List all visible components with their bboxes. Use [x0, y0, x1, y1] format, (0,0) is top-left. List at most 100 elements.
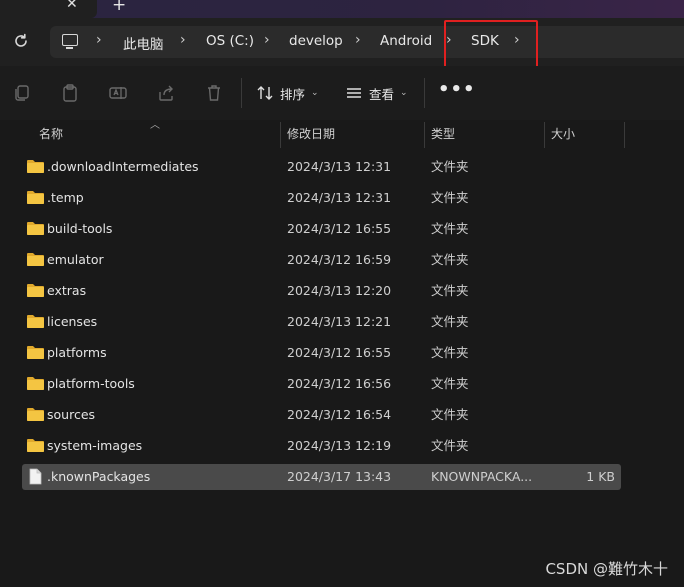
column-header-date[interactable]: 修改日期 [287, 120, 335, 148]
list-item[interactable]: .temp 2024/3/13 12:31 文件夹 [22, 185, 621, 211]
list-item[interactable]: licenses 2024/3/13 12:21 文件夹 [22, 309, 621, 335]
navigation-bar: › 此电脑 › OS (C:) › develop › Android › SD… [0, 18, 684, 66]
sort-icon [257, 86, 273, 100]
file-name: .downloadIntermediates [47, 159, 199, 174]
file-name: sources [47, 407, 96, 422]
file-name: build-tools [47, 221, 113, 236]
list-item[interactable]: extras 2024/3/13 12:20 文件夹 [22, 278, 621, 304]
delete-icon[interactable] [204, 83, 224, 103]
folder-icon [27, 284, 44, 297]
column-header-name[interactable]: 名称 [39, 120, 63, 148]
refresh-icon[interactable] [12, 32, 30, 50]
file-type: 文件夹 [431, 252, 469, 267]
file-name: licenses [47, 314, 98, 329]
rename-icon[interactable] [108, 83, 128, 103]
column-header-size[interactable]: 大小 [551, 120, 575, 148]
file-type: 文件夹 [431, 376, 469, 391]
folder-icon [27, 439, 44, 452]
column-header-type[interactable]: 类型 [431, 120, 455, 148]
file-date: 2024/3/13 12:21 [287, 314, 392, 329]
list-item[interactable]: .downloadIntermediates 2024/3/13 12:31 文… [22, 154, 621, 180]
file-date: 2024/3/12 16:54 [287, 407, 392, 422]
list-item[interactable]: platform-tools 2024/3/12 16:56 文件夹 [22, 371, 621, 397]
list-item[interactable]: build-tools 2024/3/12 16:55 文件夹 [22, 216, 621, 242]
folder-icon [27, 315, 44, 328]
folder-icon [27, 377, 44, 390]
file-date: 2024/3/12 16:59 [287, 252, 392, 267]
file-date: 2024/3/13 12:20 [287, 283, 392, 298]
view-label: 查看 [369, 86, 395, 102]
command-bar: 排序 ⌄ 查看 ⌄ ••• [0, 66, 684, 121]
file-size: 1 KB [586, 469, 615, 484]
active-tab[interactable]: ✕ [0, 0, 97, 18]
column-divider[interactable] [424, 122, 425, 148]
breadcrumb-chevron-icon[interactable]: › [355, 32, 361, 48]
breadcrumb-android[interactable]: Android [380, 33, 432, 49]
breadcrumb-this-pc[interactable]: 此电脑 [123, 33, 164, 53]
sort-ascending-icon: ︿ [150, 120, 160, 131]
title-bar: ✕ + [0, 0, 684, 18]
file-type: 文件夹 [431, 314, 469, 329]
watermark: CSDN @難竹木十 [545, 560, 668, 578]
file-type: 文件夹 [431, 407, 469, 422]
breadcrumb-chevron-icon[interactable]: › [180, 32, 186, 48]
copy-icon[interactable] [12, 83, 32, 103]
file-date: 2024/3/12 16:55 [287, 221, 392, 236]
breadcrumb-chevron-icon[interactable]: › [264, 32, 270, 48]
file-name: platform-tools [47, 376, 135, 391]
folder-icon [27, 222, 44, 235]
breadcrumb-develop[interactable]: develop [289, 33, 343, 49]
file-list: ︿ 名称 修改日期 类型 大小 .downloadIntermediates 2… [0, 120, 684, 587]
file-date: 2024/3/12 16:56 [287, 376, 392, 391]
folder-icon [27, 253, 44, 266]
paste-icon[interactable] [60, 83, 80, 103]
sort-button[interactable]: 排序 ⌄ [256, 82, 319, 104]
column-divider[interactable] [280, 122, 281, 148]
share-icon[interactable] [156, 83, 176, 103]
list-item[interactable]: platforms 2024/3/12 16:55 文件夹 [22, 340, 621, 366]
file-type: 文件夹 [431, 283, 469, 298]
list-item[interactable]: system-images 2024/3/13 12:19 文件夹 [22, 433, 621, 459]
folder-icon [27, 191, 44, 204]
file-type: 文件夹 [431, 221, 469, 236]
toolbar-divider [241, 78, 242, 108]
folder-icon [27, 160, 44, 173]
folder-icon [27, 408, 44, 421]
file-type: KNOWNPACKA... [431, 469, 533, 484]
file-date: 2024/3/12 16:55 [287, 345, 392, 360]
sort-label: 排序 [280, 86, 306, 102]
file-name: extras [47, 283, 87, 298]
file-date: 2024/3/17 13:43 [287, 469, 392, 484]
this-pc-icon[interactable] [62, 34, 78, 49]
file-name: .temp [47, 190, 84, 205]
file-name: .knownPackages [47, 469, 151, 484]
view-list-icon [347, 88, 361, 98]
folder-icon [27, 346, 44, 359]
file-name: emulator [47, 252, 104, 267]
file-type: 文件夹 [431, 345, 469, 360]
file-date: 2024/3/13 12:31 [287, 159, 392, 174]
toolbar-divider [424, 78, 425, 108]
file-date: 2024/3/13 12:31 [287, 190, 392, 205]
address-bar[interactable]: › 此电脑 › OS (C:) › develop › Android › SD… [50, 26, 684, 58]
file-icon [29, 468, 42, 485]
list-item-selected[interactable]: .knownPackages 2024/3/17 13:43 KNOWNPACK… [22, 464, 621, 490]
list-item[interactable]: emulator 2024/3/12 16:59 文件夹 [22, 247, 621, 273]
file-date: 2024/3/13 12:19 [287, 438, 392, 453]
column-divider[interactable] [624, 122, 625, 148]
more-options-icon[interactable]: ••• [438, 79, 476, 100]
list-item[interactable]: sources 2024/3/12 16:54 文件夹 [22, 402, 621, 428]
file-type: 文件夹 [431, 438, 469, 453]
new-tab-icon[interactable]: + [112, 0, 126, 15]
file-name: system-images [47, 438, 143, 453]
breadcrumb-chevron-icon[interactable]: › [96, 32, 102, 48]
chevron-down-icon: ⌄ [311, 88, 319, 98]
breadcrumb-os-c[interactable]: OS (C:) [206, 33, 254, 49]
view-button[interactable]: 查看 ⌄ [345, 82, 408, 104]
file-type: 文件夹 [431, 190, 469, 205]
column-divider[interactable] [544, 122, 545, 148]
file-name: platforms [47, 345, 107, 360]
chevron-down-icon: ⌄ [400, 88, 408, 98]
tab-close-icon[interactable]: ✕ [66, 0, 78, 12]
file-type: 文件夹 [431, 159, 469, 174]
